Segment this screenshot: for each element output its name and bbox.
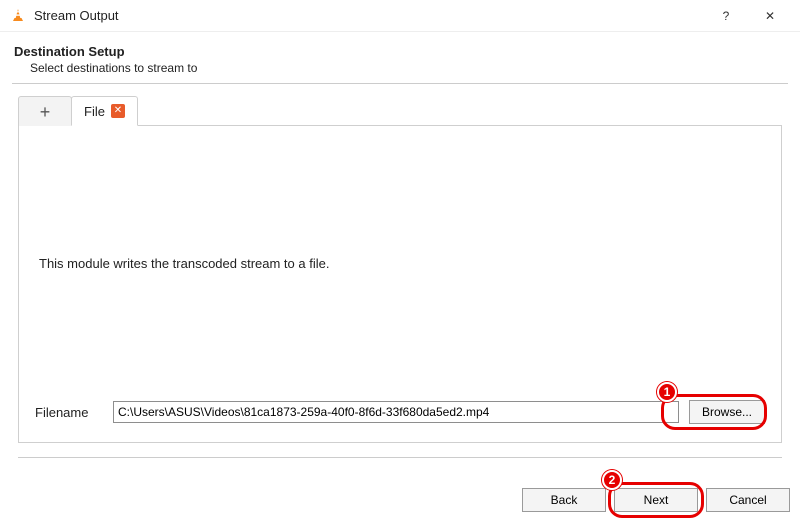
- dialog-footer: Back Next Cancel: [522, 488, 790, 512]
- tab-file-label: File: [84, 104, 105, 119]
- annotation-badge-1: 1: [657, 382, 677, 402]
- title-bar: Stream Output ? ✕: [0, 0, 800, 32]
- content-area: Destination Setup Select destinations to…: [0, 32, 800, 458]
- filename-row: Filename Browse...: [35, 400, 765, 424]
- help-button[interactable]: ?: [704, 0, 748, 32]
- section-heading: Destination Setup: [14, 44, 790, 59]
- cancel-button[interactable]: Cancel: [706, 488, 790, 512]
- divider: [12, 83, 788, 84]
- section-subheading: Select destinations to stream to: [30, 61, 790, 75]
- file-destination-panel: This module writes the transcoded stream…: [18, 125, 782, 443]
- back-button[interactable]: Back: [522, 488, 606, 512]
- destination-tabs: + File ✕: [18, 94, 790, 126]
- annotation-badge-2: 2: [602, 470, 622, 490]
- module-description: This module writes the transcoded stream…: [39, 256, 329, 271]
- add-destination-tab[interactable]: +: [18, 96, 72, 126]
- window-title: Stream Output: [34, 8, 704, 23]
- vlc-cone-icon: [10, 8, 26, 24]
- filename-input[interactable]: [113, 401, 679, 423]
- tab-file[interactable]: File ✕: [71, 96, 138, 126]
- browse-button[interactable]: Browse...: [689, 400, 765, 424]
- footer-divider: [18, 457, 782, 458]
- filename-label: Filename: [35, 405, 103, 420]
- close-tab-icon[interactable]: ✕: [111, 104, 125, 118]
- next-button[interactable]: Next: [614, 488, 698, 512]
- close-window-button[interactable]: ✕: [748, 0, 792, 32]
